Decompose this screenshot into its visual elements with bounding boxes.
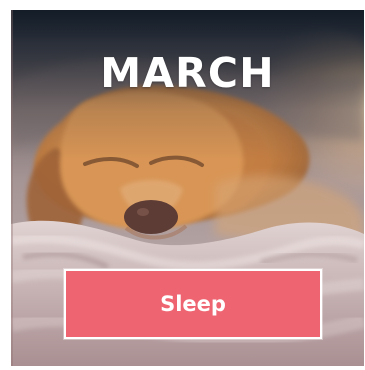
month-category-card: MARCH Sleep bbox=[11, 10, 364, 366]
sleep-button[interactable]: Sleep bbox=[64, 269, 322, 339]
month-title: MARCH bbox=[100, 49, 275, 97]
card-left-edge bbox=[11, 10, 13, 366]
